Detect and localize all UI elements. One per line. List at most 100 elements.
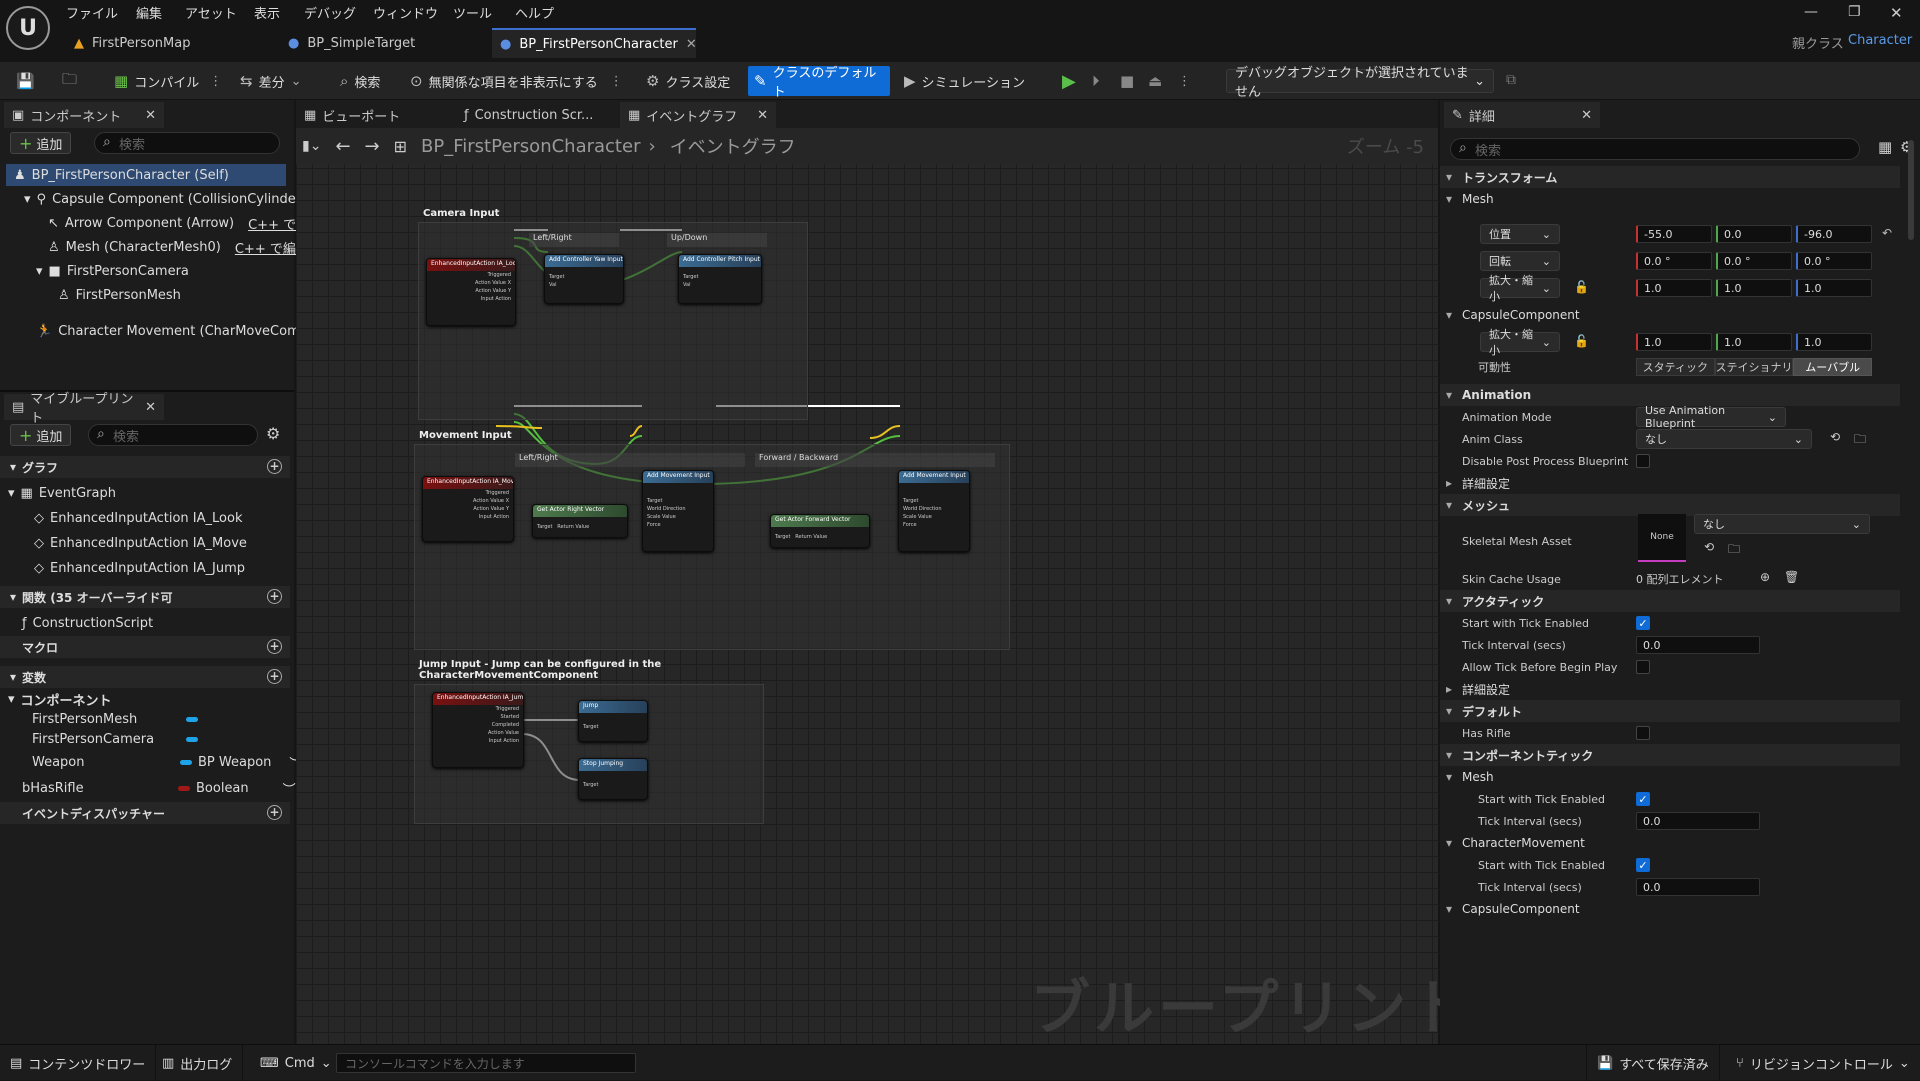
add-macro-icon[interactable]: +	[267, 639, 282, 654]
trash-icon[interactable]: 🗑	[1784, 570, 1799, 584]
capsule-scale-y-input[interactable]: 1.0	[1716, 333, 1792, 351]
construction-tab[interactable]: ƒ Construction Scr...	[456, 102, 620, 128]
debug-object-select[interactable]: デバッグオブジェクトが選択されていません ⌄	[1226, 66, 1494, 100]
step-button[interactable]: ⏵	[1086, 66, 1106, 96]
menu-asset[interactable]: アセット	[185, 3, 237, 22]
menu-window[interactable]: ウィンドウ	[373, 3, 438, 22]
mobility-static[interactable]: スタティック	[1636, 358, 1715, 376]
lock-icon[interactable]: 🔓	[1574, 334, 1589, 348]
graphs-section-header[interactable]: ▾ グラフ +	[0, 456, 290, 478]
variable-firstpersonmesh[interactable]: FirstPersonMesh	[32, 708, 198, 730]
use-selected-icon[interactable]: ⟲	[1704, 540, 1714, 554]
forward-arrow-icon[interactable]: →	[365, 136, 380, 157]
play-options-button[interactable]: ⋮	[1172, 66, 1197, 96]
search-button[interactable]: ⌕ 検索	[334, 66, 386, 96]
variable-firstpersoncamera[interactable]: FirstPersonCamera	[32, 728, 198, 750]
gear-icon[interactable]: ⚙	[266, 424, 280, 443]
add-component-button[interactable]: + 追加	[10, 132, 72, 154]
browse-button[interactable]: 🗀	[56, 66, 83, 96]
mobility-stationary[interactable]: ステイショナリ	[1714, 358, 1794, 376]
disable-pp-checkbox[interactable]	[1636, 454, 1650, 468]
rotation-y-input[interactable]: 0.0 °	[1716, 252, 1792, 270]
play-button[interactable]: ▶	[1056, 66, 1082, 96]
menu-file[interactable]: ファイル	[66, 3, 118, 22]
anim-mode-select[interactable]: Use Animation Blueprint ⌄	[1636, 404, 1786, 430]
tree-item-camera[interactable]: ▾ ■ FirstPersonCamera	[36, 260, 189, 282]
scale-x-input[interactable]: 1.0	[1636, 279, 1712, 297]
variable-weapon[interactable]: WeaponBP Weapon︶	[32, 751, 302, 773]
use-selected-icon[interactable]: ⟲	[1830, 430, 1840, 444]
dispatchers-section-header[interactable]: イベントディスパッチャー +	[0, 802, 290, 824]
macros-section-header[interactable]: マクロ +	[0, 636, 290, 658]
tree-item-capsule[interactable]: ▾ ⚲ Capsule Component (CollisionCylinder)	[24, 188, 306, 210]
parent-class-link[interactable]: Character	[1848, 33, 1912, 48]
capsule-scale-mode-select[interactable]: 拡大・縮小 ⌄	[1480, 328, 1560, 357]
section-mesh[interactable]: メッシュ	[1440, 494, 1900, 516]
details-search-input[interactable]: 検索	[1450, 138, 1860, 160]
section-tick-advanced[interactable]: 詳細設定	[1440, 678, 1900, 700]
functions-section-header[interactable]: ▾ 関数 (35 オーバーライド可 +	[0, 586, 290, 608]
subsection-capsule[interactable]: CapsuleComponent	[1440, 304, 1900, 326]
start-tick-checkbox[interactable]: ✓	[1636, 616, 1650, 630]
event-graph-item[interactable]: ▾ ▦ EventGraph	[8, 482, 116, 504]
tree-item-arrow[interactable]: ↖ Arrow Component (Arrow) C++ で編集	[48, 212, 322, 234]
tree-item-mesh[interactable]: ♙ Mesh (CharacterMesh0) C++ で編集	[48, 236, 309, 258]
eject-button[interactable]: ⏏	[1142, 66, 1168, 96]
my-blueprint-tab[interactable]: ▤ マイブループリント ✕	[4, 392, 164, 426]
section-animation[interactable]: Animation	[1440, 384, 1900, 406]
graph-canvas[interactable]: Camera Input Left/Right Up/Down Enhanced…	[296, 136, 1438, 1044]
cmd-select[interactable]: ⌨ Cmd ⌄	[250, 1045, 342, 1081]
scale-y-input[interactable]: 1.0	[1716, 279, 1792, 297]
add-graph-icon[interactable]: +	[267, 459, 282, 474]
close-icon[interactable]: ✕	[145, 400, 156, 415]
menu-view[interactable]: 表示	[254, 3, 280, 22]
node-stop-jumping[interactable]: Stop Jumping Target	[578, 758, 648, 800]
my-blueprint-search-input[interactable]: 検索	[88, 424, 258, 446]
restore-icon[interactable]: ❐	[1848, 4, 1861, 20]
browse-icon[interactable]: 🗀	[1728, 540, 1740, 561]
subsection-mesh[interactable]: Mesh	[1440, 188, 1900, 210]
location-z-input[interactable]: -96.0	[1796, 225, 1872, 243]
diff-button[interactable]: ⇆ 差分 ⌄	[234, 66, 308, 96]
section-default[interactable]: デフォルト	[1440, 700, 1900, 722]
section-transform[interactable]: トランスフォーム	[1440, 166, 1900, 188]
menu-help[interactable]: ヘルプ	[515, 3, 554, 22]
viewport-tab[interactable]: ▦ ビューポート	[296, 102, 456, 128]
tree-item-self[interactable]: ♟ BP_FirstPersonCharacter (Self)	[6, 164, 286, 186]
save-all-button[interactable]: 💾 すべて保存済み	[1586, 1045, 1720, 1081]
skeletal-mesh-thumbnail[interactable]: None	[1638, 514, 1686, 562]
back-arrow-icon[interactable]: ←	[335, 136, 350, 157]
details-tab[interactable]: ✎ 詳細 ✕	[1444, 102, 1600, 128]
node-ia-look[interactable]: EnhancedInputAction IA_Look Triggered Ac…	[426, 258, 516, 326]
doc-tab-bp-simpletarget[interactable]: ● BP_SimpleTarget	[280, 28, 490, 58]
charmove-tick-interval-input[interactable]: 0.0	[1636, 878, 1760, 896]
table-view-icon[interactable]: ▦	[1878, 138, 1892, 156]
node-add-movement-1[interactable]: Add Movement Input Target World Directio…	[642, 470, 714, 552]
class-defaults-button[interactable]: ✎ クラスのデフォルト	[748, 66, 890, 100]
node-get-forward-vector[interactable]: Get Actor Forward Vector Target Return V…	[770, 514, 870, 548]
bookmark-icon[interactable]: ▮⌄	[302, 138, 321, 154]
breadcrumb-root[interactable]: BP_FirstPersonCharacter	[421, 136, 640, 157]
stop-button[interactable]: ■	[1114, 66, 1140, 96]
doc-tab-bp-firstpersoncharacter[interactable]: ● BP_FirstPersonCharacter ✕	[492, 28, 697, 58]
subsection-mesh-tick[interactable]: Mesh	[1440, 766, 1900, 788]
hierarchy-icon[interactable]: ⊞	[394, 137, 407, 156]
rotation-mode-select[interactable]: 回転 ⌄	[1480, 251, 1560, 271]
close-tab-icon[interactable]: ✕	[686, 37, 697, 52]
menu-tools[interactable]: ツール	[453, 3, 492, 22]
mobility-movable[interactable]: ムーバブル	[1793, 358, 1873, 376]
rotation-z-input[interactable]: 0.0 °	[1796, 252, 1872, 270]
save-button[interactable]: 💾	[10, 66, 41, 96]
components-variable-category[interactable]: ▾ コンポーネント	[8, 688, 112, 710]
hide-unrelated-button[interactable]: ⊙ 無関係な項目を非表示にする ⋮	[404, 66, 629, 96]
menu-edit[interactable]: 編集	[136, 3, 162, 22]
rotation-x-input[interactable]: 0.0 °	[1636, 252, 1712, 270]
menu-debug[interactable]: デバッグ	[304, 3, 356, 22]
reset-icon[interactable]: ↶	[1882, 226, 1892, 240]
charmove-start-tick-checkbox[interactable]: ✓	[1636, 858, 1650, 872]
mesh-start-tick-checkbox[interactable]: ✓	[1636, 792, 1650, 806]
output-log-button[interactable]: ▥ 出力ログ	[152, 1045, 244, 1081]
location-x-input[interactable]: -55.0	[1636, 225, 1712, 243]
minimize-icon[interactable]: —	[1804, 4, 1818, 20]
section-animation-advanced[interactable]: 詳細設定	[1440, 472, 1900, 494]
